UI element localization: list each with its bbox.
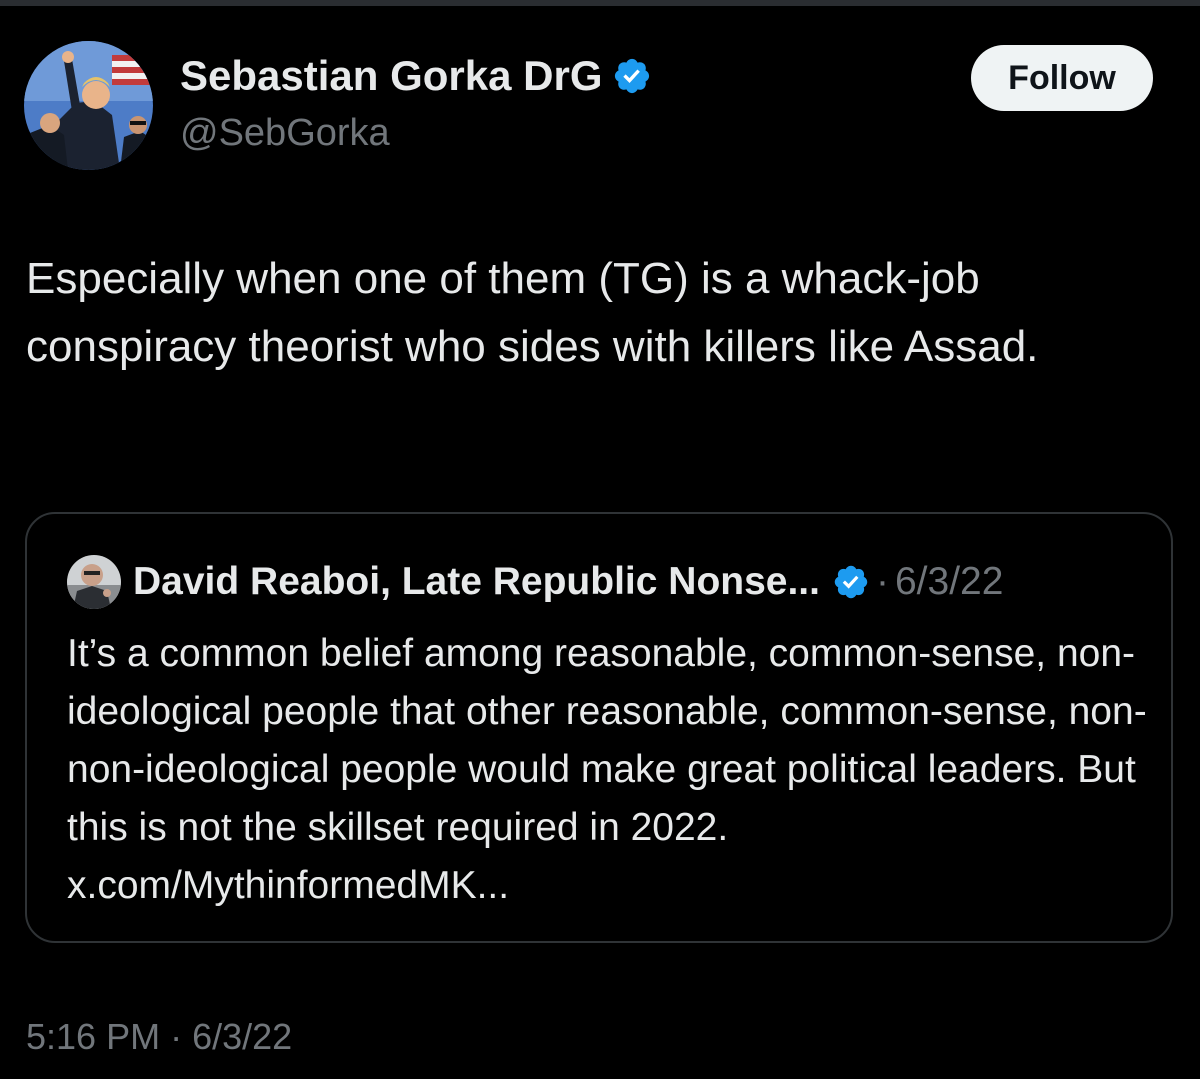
tweet-date[interactable]: 6/3/22: [192, 1016, 292, 1057]
tweet-text: Especially when one of them (TG) is a wh…: [26, 254, 1039, 371]
author-display-name-text: Sebastian Gorka DrG: [180, 52, 603, 99]
author-display-name[interactable]: Sebastian Gorka DrG: [180, 52, 652, 100]
tweet-timestamp: 5:16 PM · 6/3/22: [26, 1016, 292, 1058]
author-avatar[interactable]: [24, 41, 153, 170]
verified-badge-icon: [612, 56, 652, 96]
follow-button[interactable]: Follow: [971, 45, 1153, 111]
quoted-tweet-card[interactable]: David Reaboi, Late Republic Nonse... · 6…: [25, 512, 1173, 943]
tweet-time[interactable]: 5:16 PM: [26, 1016, 160, 1057]
quoted-tweet-header: David Reaboi, Late Republic Nonse... · 6…: [133, 556, 1003, 608]
author-handle[interactable]: @SebGorka: [180, 112, 390, 155]
top-edge-strip: [0, 0, 1200, 6]
quoted-author-name[interactable]: David Reaboi, Late Republic Nonse...: [133, 560, 820, 604]
timestamp-separator: ·: [170, 1016, 183, 1057]
quoted-author-avatar[interactable]: [67, 555, 121, 609]
quoted-tweet-date[interactable]: 6/3/22: [895, 560, 1003, 604]
quoted-tweet-text: It’s a common belief among reasonable, c…: [67, 632, 1147, 907]
verified-badge-icon: [832, 563, 870, 601]
quoted-tweet-separator: ·: [875, 560, 889, 603]
